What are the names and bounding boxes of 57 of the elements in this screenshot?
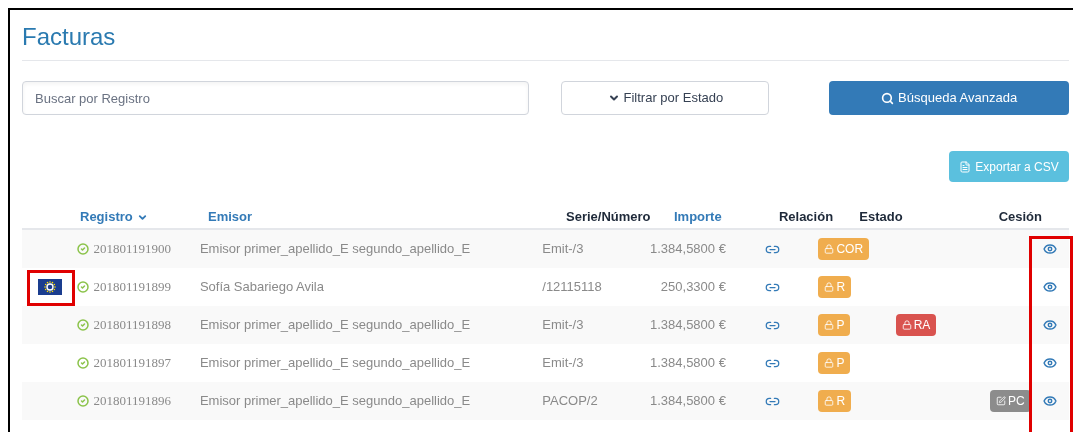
- view-icon[interactable]: [1042, 280, 1057, 294]
- importe-cell-text: 1.384,5800 €: [649, 240, 727, 259]
- column-header: Cesión: [998, 208, 1042, 227]
- column-header[interactable]: Importe: [674, 207, 722, 227]
- search-field[interactable]: Buscar por Registro: [22, 81, 530, 115]
- lock-icon: [824, 358, 835, 368]
- lock-icon: [824, 282, 835, 292]
- check-circle-icon: [77, 357, 90, 369]
- serie-cell-text: PACOP/2: [542, 392, 599, 411]
- status-badge: R: [818, 276, 852, 298]
- view-icon[interactable]: [1042, 242, 1057, 256]
- file-icon: [959, 160, 972, 173]
- column-header[interactable]: Emisor: [208, 207, 253, 227]
- importe-cell-text: 250,3300 €: [659, 278, 727, 297]
- emisor-cell-text: Emisor primer_apellido_E segundo_apellido_E: [199, 354, 472, 373]
- emisor-cell-text: Emisor primer_apellido_E segundo_apellido_E: [199, 240, 472, 259]
- registro-cell-text: 201801191898: [93, 316, 171, 335]
- registro-cell-text: 201801191896: [93, 392, 171, 411]
- column-header: Relación: [778, 208, 834, 227]
- check-circle-icon: [77, 281, 90, 293]
- serie-cell-text: Emit-/3: [542, 316, 585, 335]
- status-badge: R: [818, 390, 852, 412]
- check-circle-icon: [77, 319, 90, 331]
- search-icon: [881, 91, 895, 105]
- lock-icon: [824, 320, 835, 330]
- view-icon[interactable]: [1042, 318, 1057, 332]
- registro-cell-text: 201801191900: [93, 240, 171, 259]
- emisor-cell-text: Emisor primer_apellido_E segundo_apellido_E: [199, 392, 472, 411]
- importe-cell-text: 1.384,5800 €: [649, 316, 727, 335]
- importe-cell-text: 1.384,5800 €: [649, 354, 727, 373]
- status-badge: RA: [895, 314, 937, 336]
- registro-cell-text: 201801191897: [93, 354, 171, 373]
- view-icon[interactable]: [1042, 394, 1057, 408]
- status-badge: P: [818, 352, 851, 374]
- lock-icon: [824, 244, 835, 254]
- edit-icon: [996, 396, 1007, 406]
- page-title: Facturas: [22, 22, 116, 52]
- status-badge: COR: [818, 238, 870, 260]
- column-header: Estado: [859, 208, 903, 227]
- emisor-cell-text: Emisor primer_apellido_E segundo_apellido_E: [199, 316, 472, 335]
- advanced-search-button[interactable]: Búsqueda Avanzada: [829, 81, 1069, 115]
- status-badge: PC: [990, 390, 1031, 412]
- serie-cell-text: Emit-/3: [542, 354, 585, 373]
- registro-cell-text: 201801191899: [93, 278, 171, 297]
- emisor-cell-text: Sofía Sabariego Avila: [199, 278, 325, 297]
- column-header: Serie/Número: [566, 208, 651, 227]
- filter-dropdown-button[interactable]: Filtrar por Estado: [561, 81, 770, 115]
- view-icon[interactable]: [1042, 356, 1057, 370]
- lock-icon: [824, 396, 835, 406]
- check-circle-icon: [77, 243, 90, 255]
- serie-cell-text: /12115118: [542, 278, 603, 297]
- check-circle-icon: [77, 395, 90, 407]
- status-badge: P: [818, 314, 851, 336]
- column-header[interactable]: Registro: [80, 207, 148, 227]
- lock-icon: [901, 320, 912, 330]
- serie-cell-text: Emit-/3: [542, 240, 585, 259]
- importe-cell-text: 1.384,5800 €: [649, 392, 727, 411]
